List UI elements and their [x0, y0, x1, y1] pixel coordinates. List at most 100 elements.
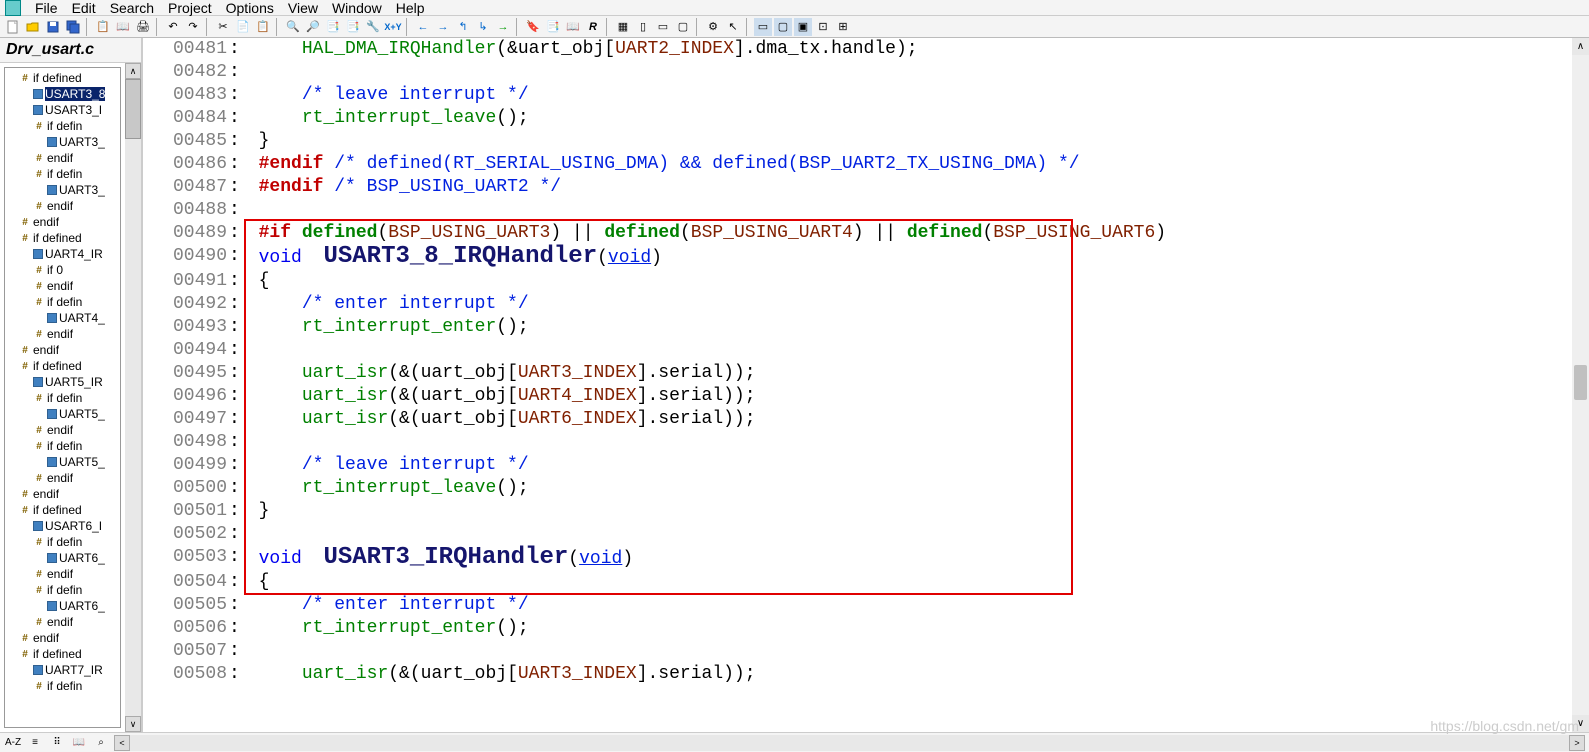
- tree-item[interactable]: #if defin: [5, 118, 120, 134]
- open-file-icon[interactable]: [24, 18, 42, 36]
- code-area[interactable]: 00481: HAL_DMA_IRQHandler(&uart_obj[UART…: [143, 38, 1572, 732]
- replace-icon[interactable]: 🔧: [364, 18, 382, 36]
- find-next-icon[interactable]: 🔎: [304, 18, 322, 36]
- code-line[interactable]: 00491: {: [143, 270, 1568, 293]
- tree-item[interactable]: USART3_8: [5, 86, 120, 102]
- cascade-icon[interactable]: ▢: [674, 18, 692, 36]
- code-line[interactable]: 00503: void USART3_IRQHandler(void): [143, 546, 1568, 571]
- tree-item[interactable]: UART3_: [5, 134, 120, 150]
- menu-edit[interactable]: Edit: [72, 0, 96, 16]
- symbol-icon[interactable]: 📋: [94, 18, 112, 36]
- code-line[interactable]: 00496: uart_isr(&(uart_obj[UART4_INDEX].…: [143, 385, 1568, 408]
- save-all-icon[interactable]: [64, 18, 82, 36]
- find-icon[interactable]: 🔍: [284, 18, 302, 36]
- find-prev-icon[interactable]: 📑: [324, 18, 342, 36]
- tree-item[interactable]: #endif: [5, 486, 120, 502]
- paste-icon[interactable]: 📋: [254, 18, 272, 36]
- code-line[interactable]: 00483: /* leave interrupt */: [143, 84, 1568, 107]
- menu-options[interactable]: Options: [226, 0, 274, 16]
- view1-icon[interactable]: ▭: [754, 18, 772, 36]
- tree-item[interactable]: UART3_: [5, 182, 120, 198]
- print-icon[interactable]: 🖨: [134, 18, 152, 36]
- sidebar-scroll-thumb[interactable]: [125, 79, 141, 139]
- tree-item[interactable]: #endif: [5, 326, 120, 342]
- view2-icon[interactable]: ▢: [774, 18, 792, 36]
- code-line[interactable]: 00494:: [143, 339, 1568, 362]
- view4-icon[interactable]: ⊡: [814, 18, 832, 36]
- relation-icon[interactable]: R: [584, 18, 602, 36]
- tree-item[interactable]: UART6_: [5, 550, 120, 566]
- goto-icon[interactable]: X+Y: [384, 18, 402, 36]
- editor-scroll-down-icon[interactable]: ∨: [1572, 715, 1589, 732]
- code-line[interactable]: 00489: #if defined(BSP_USING_UART3) || d…: [143, 222, 1568, 245]
- list-icon[interactable]: ≡: [26, 735, 44, 751]
- book-view-icon[interactable]: 📖: [70, 735, 88, 751]
- tree-item[interactable]: UART4_: [5, 310, 120, 326]
- editor-scrollbar[interactable]: ∧ ∨: [1572, 38, 1589, 732]
- sidebar-scroll-track[interactable]: [125, 79, 141, 716]
- tree-item[interactable]: USART6_I: [5, 518, 120, 534]
- tree-item[interactable]: UART7_IR: [5, 662, 120, 678]
- code-line[interactable]: 00506: rt_interrupt_enter();: [143, 617, 1568, 640]
- code-line[interactable]: 00508: uart_isr(&(uart_obj[UART3_INDEX].…: [143, 663, 1568, 686]
- tree-item[interactable]: #endif: [5, 198, 120, 214]
- bookmark-list-icon[interactable]: 📖: [564, 18, 582, 36]
- view3-icon[interactable]: ▣: [794, 18, 812, 36]
- cut-icon[interactable]: ✂: [214, 18, 232, 36]
- code-line[interactable]: 00497: uart_isr(&(uart_obj[UART6_INDEX].…: [143, 408, 1568, 431]
- tree-item[interactable]: UART6_: [5, 598, 120, 614]
- menu-window[interactable]: Window: [332, 0, 382, 16]
- copy-icon[interactable]: 📄: [234, 18, 252, 36]
- tree-item[interactable]: UART5_: [5, 406, 120, 422]
- code-line[interactable]: 00507:: [143, 640, 1568, 663]
- tree-item[interactable]: UART5_: [5, 454, 120, 470]
- tree-item[interactable]: #endif: [5, 630, 120, 646]
- grid-icon[interactable]: ⠿: [48, 735, 66, 751]
- new-file-icon[interactable]: [4, 18, 22, 36]
- code-line[interactable]: 00499: /* leave interrupt */: [143, 454, 1568, 477]
- bottom-hscroll[interactable]: < >: [114, 735, 1585, 751]
- tree-item[interactable]: #if defined: [5, 502, 120, 518]
- nav-up-icon[interactable]: ↰: [454, 18, 472, 36]
- tree-item[interactable]: #if defin: [5, 438, 120, 454]
- tree-item[interactable]: #endif: [5, 566, 120, 582]
- code-line[interactable]: 00488:: [143, 199, 1568, 222]
- sidebar-scrollbar[interactable]: ∧ ∨: [125, 63, 141, 732]
- tree-item[interactable]: UART5_IR: [5, 374, 120, 390]
- editor-scroll-thumb[interactable]: [1574, 365, 1587, 400]
- nav-back-icon[interactable]: ←: [414, 18, 432, 36]
- code-line[interactable]: 00482:: [143, 61, 1568, 84]
- tree-item[interactable]: #if defin: [5, 582, 120, 598]
- tree-item[interactable]: #endif: [5, 470, 120, 486]
- editor-scroll-track[interactable]: [1572, 55, 1589, 715]
- code-line[interactable]: 00481: HAL_DMA_IRQHandler(&uart_obj[UART…: [143, 38, 1568, 61]
- code-line[interactable]: 00504: {: [143, 571, 1568, 594]
- tree-item[interactable]: #if defined: [5, 230, 120, 246]
- tool1-icon[interactable]: ⚙: [704, 18, 722, 36]
- hscroll-left-icon[interactable]: <: [114, 735, 130, 751]
- tree-item[interactable]: #if defin: [5, 166, 120, 182]
- scroll-up-icon[interactable]: ∧: [125, 63, 141, 79]
- tile-h-icon[interactable]: ▦: [614, 18, 632, 36]
- tree-item[interactable]: #if defined: [5, 358, 120, 374]
- code-line[interactable]: 00495: uart_isr(&(uart_obj[UART3_INDEX].…: [143, 362, 1568, 385]
- nav-down-icon[interactable]: ↳: [474, 18, 492, 36]
- code-line[interactable]: 00490: void USART3_8_IRQHandler(void): [143, 245, 1568, 270]
- tree-item[interactable]: #endif: [5, 342, 120, 358]
- tile-c-icon[interactable]: ▭: [654, 18, 672, 36]
- code-line[interactable]: 00486: #endif /* defined(RT_SERIAL_USING…: [143, 153, 1568, 176]
- code-line[interactable]: 00485: }: [143, 130, 1568, 153]
- tile-v-icon[interactable]: ▯: [634, 18, 652, 36]
- nav-def-icon[interactable]: →: [494, 18, 512, 36]
- editor-scroll-up-icon[interactable]: ∧: [1572, 38, 1589, 55]
- nav-fwd-icon[interactable]: →: [434, 18, 452, 36]
- tree-item[interactable]: #endif: [5, 614, 120, 630]
- tree-item[interactable]: #endif: [5, 278, 120, 294]
- tree-item[interactable]: #if defined: [5, 70, 120, 86]
- menu-search[interactable]: Search: [110, 0, 154, 16]
- menu-view[interactable]: View: [288, 0, 318, 16]
- code-editor[interactable]: 00481: HAL_DMA_IRQHandler(&uart_obj[UART…: [143, 38, 1589, 732]
- undo-icon[interactable]: ↶: [164, 18, 182, 36]
- code-line[interactable]: 00484: rt_interrupt_leave();: [143, 107, 1568, 130]
- code-line[interactable]: 00492: /* enter interrupt */: [143, 293, 1568, 316]
